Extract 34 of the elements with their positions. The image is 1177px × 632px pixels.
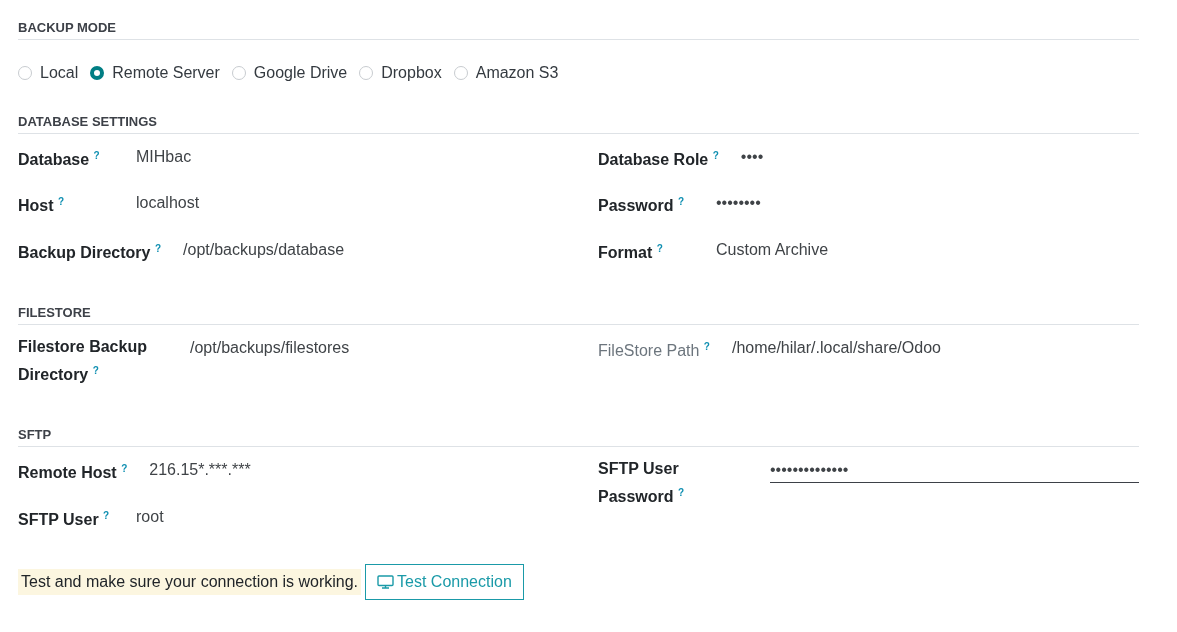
input-field[interactable]: MIHbac <box>136 144 192 169</box>
field-label: Format $^{?}$ <box>598 241 664 263</box>
field-label: Remote Host $^{?}$ <box>18 462 128 484</box>
radio-option[interactable]: Local <box>18 64 79 82</box>
section-heading: BACKUP MODE <box>18 12 1139 40</box>
field-label: Database Role $^{?}$ <box>598 149 719 171</box>
input-field[interactable]: localhost <box>136 190 200 216</box>
input-field[interactable]: •••••••• <box>716 190 761 216</box>
field-label: SFTP User $^{?}$ <box>18 508 111 530</box>
radio-option[interactable]: Google Drive <box>231 64 348 82</box>
input-field[interactable]: /home/hilar/.local/share/Odoo <box>731 335 941 360</box>
monitor-icon <box>377 574 395 589</box>
input-field[interactable]: •••• <box>740 144 764 169</box>
field-label: Database $^{?}$ <box>18 149 101 171</box>
input-field[interactable]: Custom Archive <box>716 236 829 262</box>
radio-option[interactable]: Dropbox <box>359 64 442 82</box>
field-label: Host $^{?}$ <box>18 195 66 217</box>
field-label: SFTP User Password $^{?}$ <box>598 459 686 508</box>
radio-option[interactable]: Remote Server <box>90 64 220 82</box>
input-field[interactable]: •••••••••••••• <box>770 457 1139 484</box>
section-heading: SFTP <box>18 419 1139 448</box>
input-field[interactable]: /opt/backups/database <box>183 236 345 262</box>
input-field[interactable]: root <box>136 503 164 529</box>
input-field[interactable]: /opt/backups/filestores <box>190 335 350 360</box>
radio-option[interactable]: Amazon S3 <box>453 64 559 82</box>
field-label: FileStore Path $^{?}$ <box>598 340 710 362</box>
radio-icon[interactable] <box>90 66 105 80</box>
field-label: Password $^{?}$ <box>598 195 686 217</box>
field-label: Filestore Backup Directory $^{?}$ <box>18 337 148 386</box>
field-label: Backup Directory $^{?}$ <box>18 241 162 263</box>
hint-text: Test and make sure your connection is working. <box>18 568 362 595</box>
section-heading: DATABASE SETTINGS <box>18 106 1139 134</box>
section-heading: FILESTORE <box>18 297 1139 325</box>
input-field[interactable]: 216.15*.***.*** <box>149 457 251 483</box>
